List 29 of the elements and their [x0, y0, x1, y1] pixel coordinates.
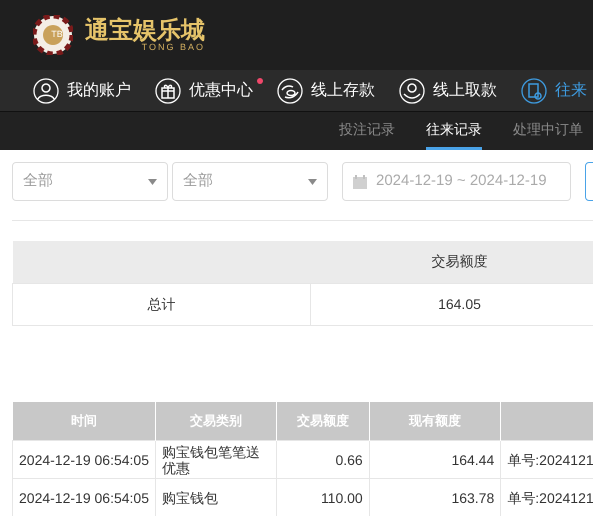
summary-cell: 164.05 — [310, 283, 593, 325]
nav-item[interactable]: 线上存款 — [311, 78, 375, 102]
nav-item[interactable]: 线上取款 — [433, 78, 497, 102]
logo-title: 通宝娱乐城 — [85, 18, 205, 42]
caret-icon — [308, 178, 317, 184]
summary-cell: 总计 — [12, 283, 310, 325]
table-cell: 0.66 — [276, 440, 370, 478]
sub-tab[interactable]: 往来记录 — [426, 112, 482, 150]
document-clock-icon — [521, 78, 547, 104]
user-icon — [33, 78, 59, 104]
dropdown-select[interactable]: 全部 — [172, 162, 328, 201]
calendar-icon — [352, 174, 368, 190]
nav-item[interactable]: 我的账户 — [67, 78, 131, 102]
sub-tab[interactable]: 投注记录 — [339, 112, 395, 150]
logo-initials: TB — [50, 28, 64, 42]
table-cell: 2024-12-19 06:54:05 — [12, 440, 156, 478]
caret-icon — [148, 178, 157, 184]
table-cell: 购宝钱包笔笔送优惠 — [156, 440, 276, 478]
nav-item[interactable]: 往来 — [555, 78, 587, 102]
table-cell: 164.44 — [369, 440, 501, 478]
dropdown-select[interactable]: 全部 — [12, 162, 168, 201]
chip-logo-icon — [33, 15, 73, 55]
logo-subtitle: TONG BAO — [142, 42, 205, 52]
summary-header-cell: 交易额度 — [310, 241, 593, 283]
nav-item[interactable]: 优惠中心 — [189, 78, 253, 102]
table-cell: 2024-12-19 06:54:05 — [12, 478, 156, 516]
gift-icon — [155, 78, 181, 104]
sub-tab[interactable]: 处理中订单 — [513, 112, 583, 150]
table-cell: 单号:2024121 — [500, 440, 593, 478]
